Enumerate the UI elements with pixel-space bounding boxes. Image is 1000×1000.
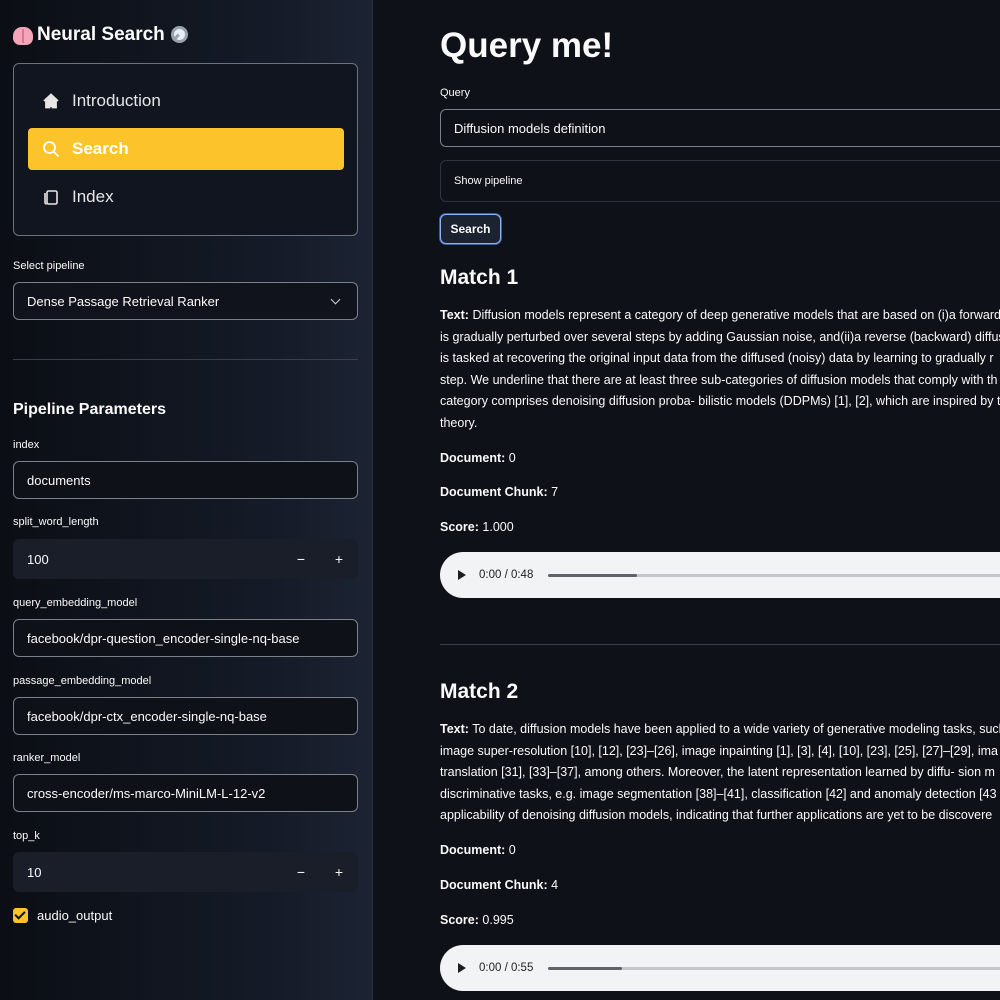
match-text-line: category comprises denoising diffusion p…: [440, 394, 1000, 408]
ranker-model-label: ranker_model: [13, 752, 81, 764]
text-label: Text:: [440, 308, 469, 322]
audio-time: 0:00 / 0:55: [479, 962, 534, 974]
brain-icon: [13, 27, 33, 45]
passage-embedding-model-label: passage_embedding_model: [13, 675, 152, 687]
nav-item-search[interactable]: Search: [28, 128, 344, 170]
nav-item-label: Introduction: [72, 91, 161, 110]
search-button[interactable]: Search: [440, 214, 501, 244]
match-text-line: is gradually perturbed over several step…: [440, 329, 1000, 344]
audio-progress: [548, 966, 623, 970]
increment-button[interactable]: +: [320, 539, 358, 579]
passage-embedding-model-input[interactable]: facebook/dpr-ctx_encoder-single-nq-base: [13, 697, 358, 735]
magnifier-icon: [169, 25, 189, 45]
nav-item-label: Search: [72, 139, 129, 158]
match-text-line: applicability of denoising diffusion mod…: [440, 808, 993, 822]
match-text: Text: Diffusion models represent a categ…: [440, 305, 1000, 434]
nav-item-label: Index: [72, 187, 114, 206]
decrement-button[interactable]: −: [282, 539, 320, 579]
ranker-model-input[interactable]: cross-encoder/ms-marco-MiniLM-L-12-v2: [13, 774, 358, 812]
audio-seek-bar[interactable]: [548, 573, 1000, 577]
match-text-line: discriminative tasks, e.g. image segment…: [440, 786, 997, 801]
audio-output-checkbox[interactable]: [13, 908, 28, 923]
match-text-line: is tasked at recovering the original inp…: [440, 351, 994, 365]
query-label: Query: [440, 87, 470, 99]
nav-item-introduction[interactable]: Introduction: [28, 80, 344, 122]
play-icon[interactable]: [458, 963, 466, 973]
score-line: Score: 0.995: [440, 913, 514, 927]
text-label: Text:: [440, 722, 469, 736]
match-divider: [440, 644, 1000, 645]
audio-output-label: audio_output: [37, 908, 113, 923]
match-text: Text: To date, diffusion models have bee…: [440, 719, 1000, 827]
app-title: Neural Search: [13, 24, 189, 46]
split-word-length-input[interactable]: 100 − +: [13, 539, 358, 579]
audio-output-checkbox-row[interactable]: audio_output: [13, 908, 112, 923]
show-pipeline-expander[interactable]: Show pipeline: [440, 160, 1000, 202]
query-embedding-model-label: query_embedding_model: [13, 597, 138, 609]
nav-menu: Introduction Search Index: [13, 63, 358, 236]
query-input[interactable]: Diffusion models definition: [440, 109, 1000, 147]
pipeline-parameters-heading: Pipeline Parameters: [13, 401, 166, 418]
home-icon: [43, 93, 59, 109]
expander-label: Show pipeline: [454, 175, 523, 187]
main-content: Query me! Query Diffusion models definit…: [374, 0, 1000, 1000]
document-line: Document: 0: [440, 843, 516, 857]
match-text-line: Text: To date, diffusion models have bee…: [440, 722, 1000, 736]
pipeline-select[interactable]: Dense Passage Retrieval Ranker: [13, 282, 358, 320]
match-heading: Match 2: [440, 680, 519, 703]
pipeline-select-value: Dense Passage Retrieval Ranker: [27, 293, 220, 309]
match-heading: Match 1: [440, 266, 519, 289]
audio-player[interactable]: 0:00 / 0:55: [440, 945, 1000, 991]
increment-button[interactable]: +: [320, 852, 358, 892]
chunk-line: Document Chunk: 7: [440, 485, 559, 499]
match-text-line: theory.: [440, 415, 478, 430]
chevron-down-icon: [330, 294, 341, 305]
split-word-length-label: split_word_length: [13, 516, 99, 528]
index-label: index: [13, 439, 40, 451]
app-title-text: Neural Search: [37, 24, 165, 45]
sidebar: Neural Search Introduction Search Index …: [0, 0, 373, 1000]
chunk-line: Document Chunk: 4: [440, 878, 559, 892]
decrement-button[interactable]: −: [282, 852, 320, 892]
score-line: Score: 1.000: [440, 520, 514, 534]
top-k-value: 10: [27, 864, 42, 880]
audio-seek-bar[interactable]: [548, 966, 1000, 970]
split-word-length-value: 100: [27, 551, 49, 567]
index-value: documents: [27, 472, 91, 488]
top-k-label: top_k: [13, 830, 40, 842]
search-icon: [43, 141, 60, 158]
nav-item-index[interactable]: Index: [28, 176, 344, 218]
match-text-line: translation [31], [33]–[37], among other…: [440, 765, 995, 779]
play-icon[interactable]: [458, 570, 466, 580]
match-text-line: Text: Diffusion models represent a categ…: [440, 308, 1000, 322]
ranker-model-value: cross-encoder/ms-marco-MiniLM-L-12-v2: [27, 785, 266, 801]
audio-time: 0:00 / 0:48: [479, 569, 534, 581]
passage-embedding-model-value: facebook/dpr-ctx_encoder-single-nq-base: [27, 708, 267, 724]
select-pipeline-label: Select pipeline: [13, 260, 85, 272]
match-text-line: image super-resolution [10], [12], [23]–…: [440, 743, 998, 758]
query-embedding-model-value: facebook/dpr-question_encoder-single-nq-…: [27, 630, 300, 646]
audio-progress: [548, 573, 637, 577]
match-text-line: step. We underline that there are at lea…: [440, 372, 998, 387]
copy-icon: [44, 190, 58, 205]
document-line: Document: 0: [440, 451, 516, 465]
index-input[interactable]: documents: [13, 461, 358, 499]
app-root: Neural Search Introduction Search Index …: [0, 0, 1000, 1000]
top-k-input[interactable]: 10 − +: [13, 852, 358, 892]
sidebar-divider: [13, 359, 358, 360]
audio-player[interactable]: 0:00 / 0:48: [440, 552, 1000, 598]
page-title: Query me!: [440, 26, 614, 65]
query-value: Diffusion models definition: [454, 120, 606, 136]
query-embedding-model-input[interactable]: facebook/dpr-question_encoder-single-nq-…: [13, 619, 358, 657]
